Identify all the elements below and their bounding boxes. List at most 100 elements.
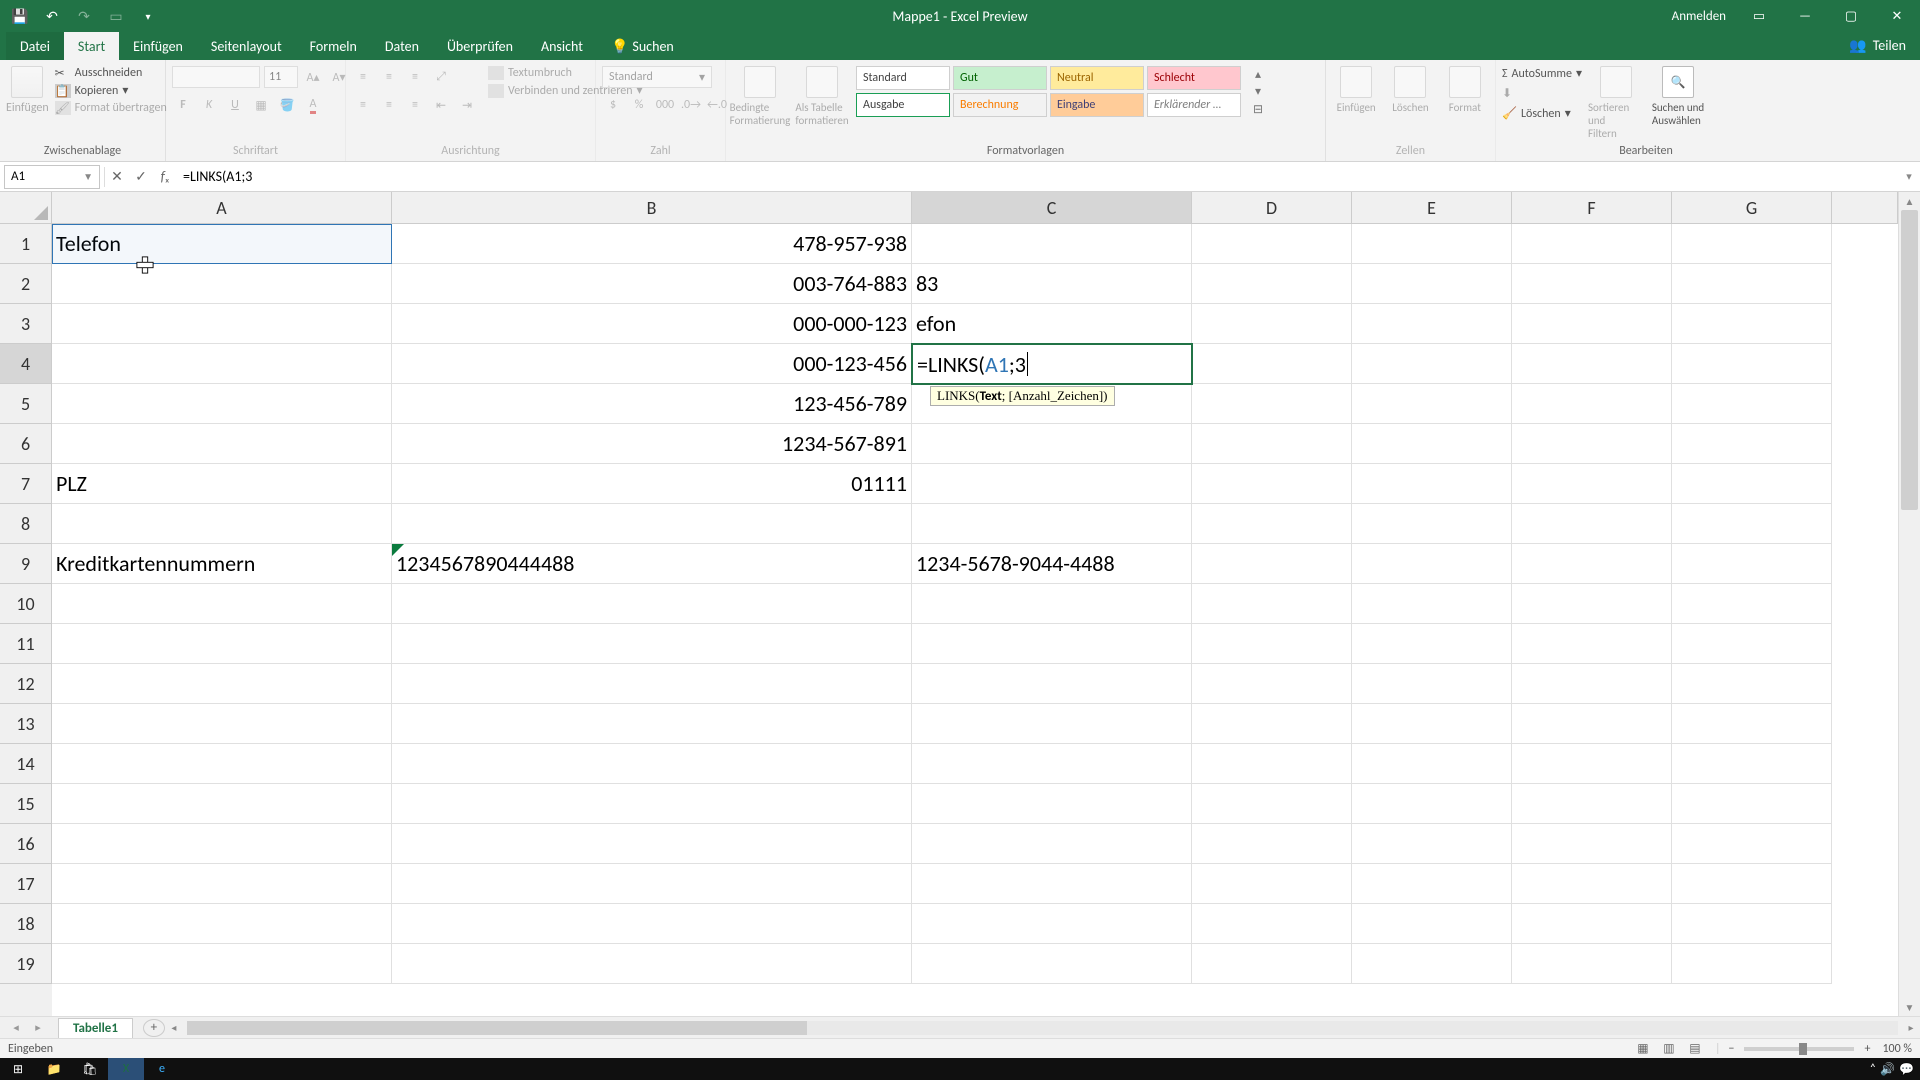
style-ausgabe[interactable]: Ausgabe (856, 93, 950, 117)
cell-B18[interactable] (392, 904, 912, 944)
cell-C6[interactable] (912, 424, 1192, 464)
cell-C2[interactable]: 83 (912, 264, 1192, 304)
cell-E4[interactable] (1352, 344, 1512, 384)
sort-filter-button[interactable]: Sortieren und Filtern (1588, 66, 1644, 140)
notifications-icon[interactable]: 💬 (1899, 1062, 1914, 1077)
font-family-combo[interactable] (172, 66, 260, 88)
formula-input[interactable]: =LINKS(A1;3 (177, 168, 1898, 185)
column-header-D[interactable]: D (1192, 192, 1352, 224)
cell-B8[interactable] (392, 504, 912, 544)
row-header-6[interactable]: 6 (0, 424, 52, 464)
row-header-14[interactable]: 14 (0, 744, 52, 784)
cell-A14[interactable] (52, 744, 392, 784)
cell-E6[interactable] (1352, 424, 1512, 464)
column-headers[interactable]: ABCDEFG (52, 192, 1898, 224)
cell-C8[interactable] (912, 504, 1192, 544)
cell-A9[interactable]: Kreditkartennummern (52, 544, 392, 584)
cell-F16[interactable] (1512, 824, 1672, 864)
cell-A12[interactable] (52, 664, 392, 704)
cell-C18[interactable] (912, 904, 1192, 944)
cell-B7[interactable]: 01111 (392, 464, 912, 504)
redo-icon[interactable]: ↷ (70, 2, 98, 30)
cell-F9[interactable] (1512, 544, 1672, 584)
share-button[interactable]: 👥Teilen (1835, 31, 1920, 60)
ribbon-options-icon[interactable]: ▭ (1736, 0, 1782, 32)
row-header-10[interactable]: 10 (0, 584, 52, 624)
cell-D6[interactable] (1192, 424, 1352, 464)
editing-cell[interactable]: =LINKS(A1;3 (911, 343, 1193, 385)
hscroll-right-icon[interactable]: ▸ (1902, 1021, 1920, 1034)
cell-E8[interactable] (1352, 504, 1512, 544)
row-headers[interactable]: 12345678910111213141516171819 (0, 224, 52, 1016)
cell-B4[interactable]: 000-123-456 (392, 344, 912, 384)
border-button[interactable]: ▦ (250, 94, 272, 116)
close-button[interactable]: ✕ (1874, 0, 1920, 32)
add-sheet-button[interactable]: + (143, 1019, 165, 1037)
cell-E12[interactable] (1352, 664, 1512, 704)
cell-D16[interactable] (1192, 824, 1352, 864)
styles-scroll-up-icon[interactable]: ▴ (1247, 66, 1269, 83)
cell-A1[interactable]: Telefon (52, 224, 392, 264)
cell-C7[interactable] (912, 464, 1192, 504)
style-schlecht[interactable]: Schlecht (1147, 66, 1241, 90)
cell-C1[interactable] (912, 224, 1192, 264)
cell-A18[interactable] (52, 904, 392, 944)
volume-icon[interactable]: 🔊 (1880, 1062, 1895, 1077)
row-header-17[interactable]: 17 (0, 864, 52, 904)
cell-E9[interactable] (1352, 544, 1512, 584)
cell-E7[interactable] (1352, 464, 1512, 504)
select-all-button[interactable] (0, 192, 52, 224)
fill-button[interactable]: ⬇ (1502, 86, 1582, 101)
cell-E14[interactable] (1352, 744, 1512, 784)
cell-D13[interactable] (1192, 704, 1352, 744)
tab-formulas[interactable]: Formeln (296, 32, 371, 60)
cell-D3[interactable] (1192, 304, 1352, 344)
cell-B5[interactable]: 123-456-789 (392, 384, 912, 424)
currency-icon[interactable]: $ (602, 94, 624, 116)
cell-G18[interactable] (1672, 904, 1832, 944)
system-tray[interactable]: ˄ 🔊 💬 (1864, 1062, 1920, 1077)
cell-B6[interactable]: 1234-567-891 (392, 424, 912, 464)
cell-E13[interactable] (1352, 704, 1512, 744)
styles-scroll-down-icon[interactable]: ▾ (1247, 83, 1269, 100)
cell-F6[interactable] (1512, 424, 1672, 464)
cell-E16[interactable] (1352, 824, 1512, 864)
row-header-12[interactable]: 12 (0, 664, 52, 704)
cell-E19[interactable] (1352, 944, 1512, 984)
align-top-icon[interactable]: ≡ (352, 66, 374, 88)
normal-view-icon[interactable]: ▦ (1631, 1041, 1655, 1057)
cell-A10[interactable] (52, 584, 392, 624)
style-gut[interactable]: Gut (953, 66, 1047, 90)
horizontal-scrollbar[interactable] (187, 1021, 1898, 1035)
undo-icon[interactable]: ↶ (38, 2, 66, 30)
cell-F19[interactable] (1512, 944, 1672, 984)
clear-button[interactable]: 🧹Löschen ▾ (1502, 106, 1582, 121)
cell-B10[interactable] (392, 584, 912, 624)
row-header-1[interactable]: 1 (0, 224, 52, 264)
conditional-formatting-button[interactable]: Bedingte Formatierung (732, 66, 788, 127)
cell-B11[interactable] (392, 624, 912, 664)
cell-F5[interactable] (1512, 384, 1672, 424)
row-header-3[interactable]: 3 (0, 304, 52, 344)
cell-A8[interactable] (52, 504, 392, 544)
cell-A19[interactable] (52, 944, 392, 984)
tray-up-icon[interactable]: ˄ (1870, 1062, 1876, 1076)
cell-D5[interactable] (1192, 384, 1352, 424)
style-eingabe[interactable]: Eingabe (1050, 93, 1144, 117)
cell-C14[interactable] (912, 744, 1192, 784)
cell-A3[interactable] (52, 304, 392, 344)
row-header-2[interactable]: 2 (0, 264, 52, 304)
cell-C10[interactable] (912, 584, 1192, 624)
cell-D9[interactable] (1192, 544, 1352, 584)
cell-C3[interactable]: efon (912, 304, 1192, 344)
vertical-scrollbar[interactable]: ▲ ▼ (1898, 192, 1920, 1016)
cell-D2[interactable] (1192, 264, 1352, 304)
increase-font-icon[interactable]: A▴ (302, 66, 324, 88)
thousands-icon[interactable]: 000 (654, 94, 676, 116)
cell-A13[interactable] (52, 704, 392, 744)
cell-F2[interactable] (1512, 264, 1672, 304)
indent-inc-icon[interactable]: ⇥ (456, 94, 478, 116)
cell-F15[interactable] (1512, 784, 1672, 824)
bold-button[interactable]: F (172, 94, 194, 116)
style-berechnung[interactable]: Berechnung (953, 93, 1047, 117)
